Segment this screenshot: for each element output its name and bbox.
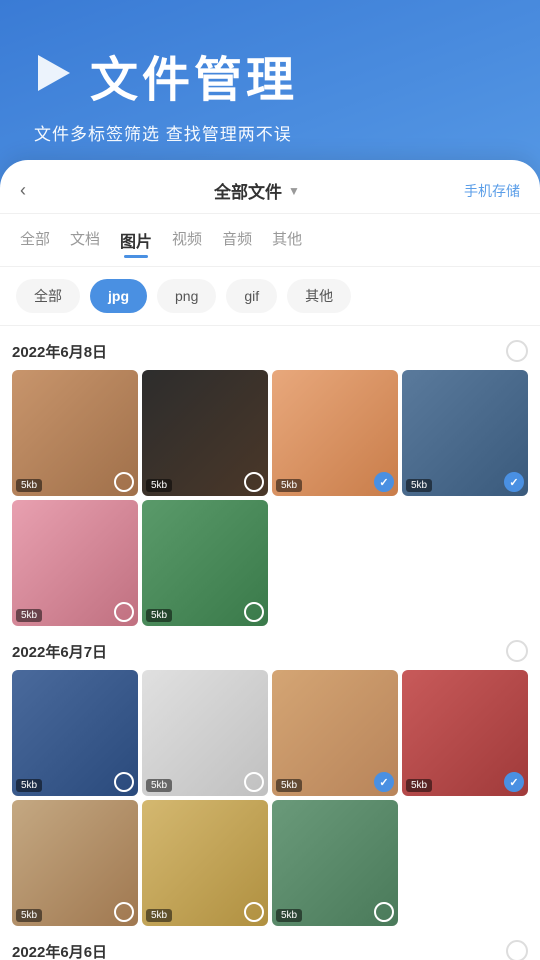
date-header-june6: 2022年6月6日	[12, 940, 528, 960]
filter-jpg[interactable]: jpg	[90, 279, 147, 313]
image-item[interactable]: 5kb	[12, 370, 138, 496]
hero-subtitle: 文件多标签筛选 查找管理两不误	[34, 120, 510, 145]
image-size-badge: 5kb	[146, 479, 172, 492]
image-size-badge: 5kb	[16, 779, 42, 792]
image-item[interactable]: 5kb	[402, 370, 528, 496]
image-size-badge: 5kb	[276, 909, 302, 922]
image-check[interactable]	[114, 772, 134, 792]
file-manager-card: ‹ 全部文件 ▼ 手机存储 全部 文档 图片 视频 音频 其他 全部 jpg p…	[0, 160, 540, 960]
tab-video[interactable]: 视频	[172, 224, 202, 256]
play-icon	[30, 51, 74, 100]
card-header: ‹ 全部文件 ▼ 手机存储	[0, 160, 540, 214]
tab-all[interactable]: 全部	[20, 224, 50, 256]
tab-pic[interactable]: 图片	[120, 224, 152, 256]
image-check-checked[interactable]	[504, 772, 524, 792]
image-item[interactable]: 5kb	[272, 370, 398, 496]
image-item[interactable]: 5kb	[402, 670, 528, 796]
image-size-badge: 5kb	[406, 779, 432, 792]
image-check[interactable]	[114, 472, 134, 492]
image-check[interactable]	[374, 902, 394, 922]
image-item[interactable]: 5kb	[12, 670, 138, 796]
image-item[interactable]: 5kb	[142, 500, 268, 626]
image-check-checked[interactable]	[504, 472, 524, 492]
image-size-badge: 5kb	[276, 479, 302, 492]
date-label-june8: 2022年6月8日	[12, 341, 107, 362]
image-grid-june7-row2: 5kb 5kb 5kb	[12, 800, 528, 926]
image-check[interactable]	[244, 902, 264, 922]
hero-title-row: 文件管理	[30, 40, 510, 110]
filter-bar: 全部 jpg png gif 其他	[0, 267, 540, 326]
image-item[interactable]: 5kb	[142, 370, 268, 496]
image-item[interactable]: 5kb	[142, 800, 268, 926]
image-content: 2022年6月8日 5kb 5kb 5kb 5kb	[0, 326, 540, 960]
date-header-june8: 2022年6月8日	[12, 340, 528, 362]
hero-title-text: 文件管理	[90, 40, 298, 110]
filter-png[interactable]: png	[157, 279, 216, 313]
image-check[interactable]	[114, 902, 134, 922]
image-check[interactable]	[244, 772, 264, 792]
tab-other[interactable]: 其他	[272, 224, 302, 256]
date-section-june8: 2022年6月8日 5kb 5kb 5kb 5kb	[12, 340, 528, 626]
date-label-june6: 2022年6月6日	[12, 941, 107, 960]
date-select-circle-june7[interactable]	[506, 640, 528, 662]
date-header-june7: 2022年6月7日	[12, 640, 528, 662]
hero-section: 文件管理 文件多标签筛选 查找管理两不误	[0, 0, 540, 165]
image-check[interactable]	[244, 472, 264, 492]
folder-title-wrap[interactable]: 全部文件 ▼	[214, 178, 300, 203]
image-grid-june7-row1: 5kb 5kb 5kb 5kb	[12, 670, 528, 796]
folder-title: 全部文件	[214, 178, 282, 203]
tab-bar: 全部 文档 图片 视频 音频 其他	[0, 214, 540, 267]
image-check-checked[interactable]	[374, 772, 394, 792]
image-size-badge: 5kb	[406, 479, 432, 492]
date-section-june6: 2022年6月6日 5kb 5kb	[12, 940, 528, 960]
filter-gif[interactable]: gif	[226, 279, 277, 313]
tab-audio[interactable]: 音频	[222, 224, 252, 256]
back-button[interactable]: ‹	[20, 180, 50, 201]
image-item[interactable]: 5kb	[272, 800, 398, 926]
date-label-june7: 2022年6月7日	[12, 641, 107, 662]
filter-all[interactable]: 全部	[16, 279, 80, 313]
image-check-checked[interactable]	[374, 472, 394, 492]
image-grid-june8-row2: 5kb 5kb	[12, 500, 528, 626]
image-size-badge: 5kb	[16, 609, 42, 622]
image-check[interactable]	[114, 602, 134, 622]
date-select-circle-june8[interactable]	[506, 340, 528, 362]
image-size-badge: 5kb	[16, 479, 42, 492]
image-item[interactable]: 5kb	[12, 800, 138, 926]
image-size-badge: 5kb	[146, 609, 172, 622]
image-item[interactable]: 5kb	[272, 670, 398, 796]
date-select-circle-june6[interactable]	[506, 940, 528, 960]
image-size-badge: 5kb	[146, 909, 172, 922]
tab-doc[interactable]: 文档	[70, 224, 100, 256]
filter-other[interactable]: 其他	[287, 279, 351, 313]
image-check[interactable]	[244, 602, 264, 622]
image-size-badge: 5kb	[146, 779, 172, 792]
image-size-badge: 5kb	[16, 909, 42, 922]
image-size-badge: 5kb	[276, 779, 302, 792]
folder-dropdown-arrow: ▼	[288, 184, 300, 198]
image-grid-june8-row1: 5kb 5kb 5kb 5kb	[12, 370, 528, 496]
image-item[interactable]: 5kb	[142, 670, 268, 796]
date-section-june7: 2022年6月7日 5kb 5kb 5kb 5kb	[12, 640, 528, 926]
storage-label[interactable]: 手机存储	[464, 181, 520, 201]
image-item[interactable]: 5kb	[12, 500, 138, 626]
